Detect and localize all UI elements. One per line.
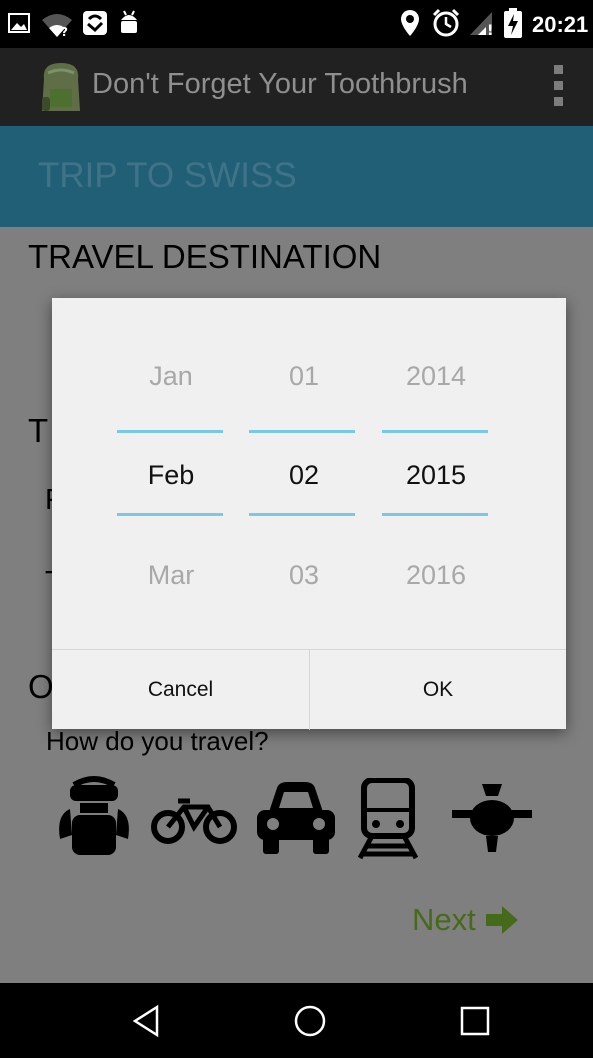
transport-question: How do you travel?	[46, 726, 269, 756]
picker-month-next[interactable]: Mar	[116, 560, 226, 591]
app-title: Don't Forget Your Toothbrush	[92, 68, 468, 100]
home-icon[interactable]	[293, 1004, 327, 1038]
trip-title: TRIP TO SWISS	[38, 156, 297, 195]
picker-year-next[interactable]: 2016	[381, 560, 491, 591]
dialog-button-bar: Cancel OK	[52, 649, 566, 730]
arrow-right-icon	[485, 906, 518, 934]
svg-text:?: ?	[61, 25, 68, 38]
train-icon[interactable]	[358, 778, 418, 860]
picker-month-selected[interactable]: Feb	[116, 460, 226, 491]
section-heading-partial: T	[28, 412, 49, 449]
picker-day-selected[interactable]: 02	[249, 460, 359, 491]
signal-icon: !	[470, 12, 493, 36]
picker-divider	[249, 513, 355, 516]
next-label: Next	[412, 902, 476, 937]
airplane-icon[interactable]	[450, 782, 534, 854]
image-icon	[8, 13, 30, 33]
picker-divider	[249, 430, 355, 433]
wifi-question-icon: ?	[42, 14, 72, 38]
next-button[interactable]: Next	[412, 902, 520, 938]
backpack-icon[interactable]	[52, 775, 136, 857]
location-icon	[401, 10, 419, 36]
app-badge-icon	[83, 11, 107, 35]
picker-year-prev[interactable]: 2014	[381, 361, 491, 392]
picker-divider	[382, 430, 488, 433]
picker-day-next[interactable]: 03	[249, 560, 359, 591]
cancel-button[interactable]: Cancel	[52, 650, 309, 730]
picker-month-prev[interactable]: Jan	[116, 361, 226, 392]
battery-charging-icon	[504, 8, 522, 38]
date-picker-dialog: Jan Feb Mar 01 02 03 2014 2015 2016 Canc…	[52, 298, 566, 730]
section-heading-partial: O	[28, 668, 54, 705]
android-icon	[121, 10, 137, 33]
bicycle-icon[interactable]	[150, 797, 238, 845]
backpack-icon	[42, 63, 80, 111]
ok-button[interactable]: OK	[310, 650, 566, 730]
svg-text:!: !	[487, 23, 493, 36]
status-bar: ? ! 20:21	[0, 0, 593, 48]
overflow-menu-icon[interactable]	[552, 63, 566, 109]
alarm-icon	[432, 8, 460, 37]
navigation-bar	[0, 983, 593, 1058]
recents-icon[interactable]	[459, 1005, 491, 1037]
picker-divider	[117, 513, 223, 516]
clock: 20:21	[532, 12, 589, 37]
picker-day-prev[interactable]: 01	[249, 361, 359, 392]
picker-year-selected[interactable]: 2015	[381, 460, 491, 491]
picker-divider	[117, 430, 223, 433]
back-icon[interactable]	[131, 1004, 161, 1038]
picker-divider	[382, 513, 488, 516]
destination-heading: TRAVEL DESTINATION	[28, 238, 382, 275]
car-icon[interactable]	[255, 780, 337, 856]
